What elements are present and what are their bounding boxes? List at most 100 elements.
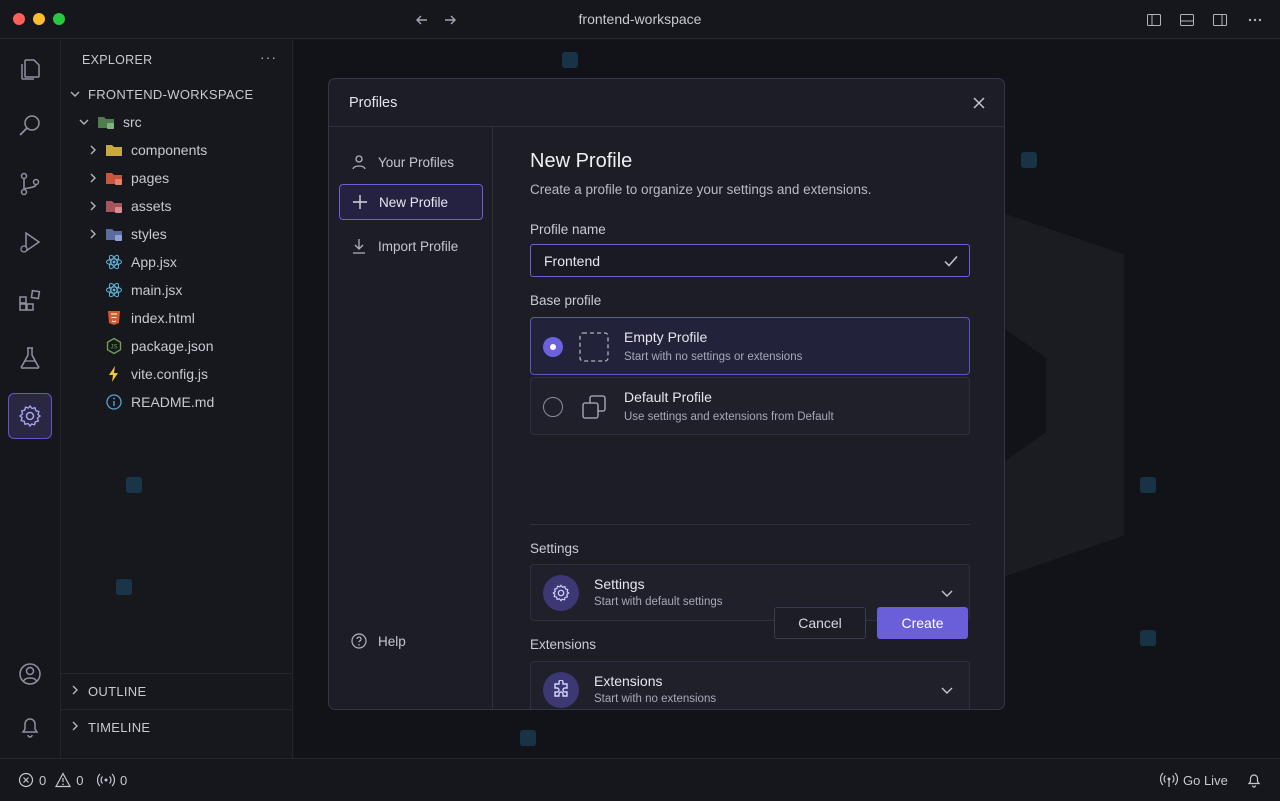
watermark-icon [1140, 477, 1156, 493]
nav-your-profiles[interactable]: Your Profiles [339, 144, 483, 180]
timeline-label: TIMELINE [88, 720, 151, 735]
nav-import-profile[interactable]: Import Profile [339, 228, 483, 264]
dialog-header: Profiles [329, 79, 1004, 127]
option-empty-profile[interactable]: Empty Profile Start with no settings or … [530, 317, 970, 375]
tree-item-app-jsx[interactable]: App.jsx [61, 248, 293, 276]
chevron-right-icon [87, 200, 99, 212]
option-default-profile[interactable]: Default Profile Use settings and extensi… [530, 377, 970, 435]
window-title: frontend-workspace [578, 11, 702, 27]
tree-item-readme[interactable]: README.md [61, 388, 293, 416]
empty-square-icon [578, 331, 610, 363]
profile-name-value: Frontend [544, 252, 601, 269]
title-bar: frontend-workspace [0, 0, 1280, 39]
account-icon[interactable] [8, 651, 52, 697]
tree-item-vite-config[interactable]: vite.config.js [61, 360, 293, 388]
tree-item-main-jsx[interactable]: main.jsx [61, 276, 293, 304]
chevron-down-icon [941, 590, 953, 597]
status-bar: 0 0 0 Go Live [0, 758, 1280, 801]
files-icon[interactable] [8, 46, 52, 92]
activity-bar [0, 40, 61, 758]
tree-item-label: assets [131, 198, 172, 214]
option-desc: Use settings and extensions from Default [624, 411, 834, 423]
toggle-primary-sidebar-icon[interactable] [1143, 9, 1165, 31]
chevron-right-icon [87, 144, 99, 156]
broadcast-icon [1160, 772, 1178, 787]
watermark-icon [1140, 630, 1156, 646]
notifications-bell-icon[interactable] [1246, 772, 1262, 788]
chevron-down-icon [78, 116, 90, 128]
settings-gear-icon[interactable] [8, 393, 52, 439]
user-icon [350, 153, 368, 171]
timeline-section[interactable]: TIMELINE [61, 709, 293, 745]
problems-indicator[interactable]: 0 0 [18, 772, 83, 788]
close-icon[interactable] [969, 93, 989, 113]
warning-count: 0 [76, 772, 84, 788]
help-icon [350, 632, 368, 650]
nav-label: New Profile [379, 194, 449, 210]
watermark-icon [520, 730, 536, 746]
form-subtitle: Create a profile to organize your settin… [530, 182, 872, 197]
nav-help[interactable]: Help [339, 623, 483, 659]
tree-item-assets[interactable]: assets [61, 192, 293, 220]
tree-item-src[interactable]: src [61, 108, 293, 136]
tree-item-package-json[interactable]: JS package.json [61, 332, 293, 360]
base-profile-label: Base profile [530, 293, 602, 308]
settings-title: Settings [594, 576, 645, 592]
extensions-desc: Start with no extensions [594, 693, 717, 705]
outline-section[interactable]: OUTLINE [61, 673, 293, 709]
toggle-panel-icon[interactable] [1176, 9, 1198, 31]
info-icon [105, 393, 123, 411]
nav-label: Help [378, 633, 406, 649]
tree-item-index-html[interactable]: index.html [61, 304, 293, 332]
create-button[interactable]: Create [877, 607, 968, 639]
more-actions-icon[interactable] [1244, 9, 1266, 31]
profile-name-input[interactable]: Frontend [530, 244, 970, 277]
go-live-label: Go Live [1183, 772, 1228, 788]
profiles-nav: Your Profiles New Profile Import Profile… [329, 127, 493, 709]
extensions-title: Extensions [594, 673, 663, 689]
folder-assets-icon [105, 197, 123, 215]
copy-icon [578, 391, 610, 423]
nodejs-icon: JS [105, 337, 123, 355]
tree-item-styles[interactable]: styles [61, 220, 293, 248]
workspace-root[interactable]: FRONTEND-WORKSPACE [61, 80, 293, 108]
chevron-right-icon [87, 228, 99, 240]
testing-icon[interactable] [8, 335, 52, 381]
cancel-button[interactable]: Cancel [774, 607, 866, 639]
nav-new-profile[interactable]: New Profile [339, 184, 483, 220]
ports-indicator[interactable]: 0 [97, 772, 127, 788]
radio-unselected[interactable] [543, 397, 563, 417]
plus-icon [351, 193, 369, 211]
workspace-root-label: FRONTEND-WORKSPACE [88, 86, 254, 102]
option-title: Empty Profile [624, 329, 708, 345]
toggle-secondary-sidebar-icon[interactable] [1209, 9, 1231, 31]
puzzle-icon [543, 672, 579, 708]
option-desc: Start with no settings or extensions [624, 351, 803, 363]
folder-styles-icon [105, 225, 123, 243]
tree-item-components[interactable]: components [61, 136, 293, 164]
outline-label: OUTLINE [88, 684, 147, 699]
nav-label: Import Profile [378, 238, 459, 254]
search-icon[interactable] [8, 103, 52, 149]
watermark-icon [126, 477, 142, 493]
folder-components-icon [105, 141, 123, 159]
extensions-icon[interactable] [8, 277, 52, 323]
chevron-down-icon [941, 687, 953, 694]
source-control-icon[interactable] [8, 161, 52, 207]
tree-item-pages[interactable]: pages [61, 164, 293, 192]
profile-name-label: Profile name [530, 222, 606, 237]
radio-selected[interactable] [543, 337, 563, 357]
chevron-down-icon [69, 88, 81, 100]
tree-item-label: index.html [131, 310, 195, 326]
extensions-label: Extensions [530, 637, 597, 652]
run-debug-icon[interactable] [8, 219, 52, 265]
bell-icon[interactable] [8, 704, 52, 750]
go-live-button[interactable]: Go Live [1160, 772, 1228, 788]
nav-label: Your Profiles [378, 154, 455, 170]
dialog-title: Profiles [349, 95, 398, 111]
extensions-select[interactable]: Extensions Start with no extensions [530, 661, 970, 709]
tree-item-label: README.md [131, 394, 215, 410]
folder-pages-icon [105, 169, 123, 187]
tree-item-label: main.jsx [131, 282, 183, 298]
explorer-more-button[interactable]: ··· [260, 49, 278, 67]
